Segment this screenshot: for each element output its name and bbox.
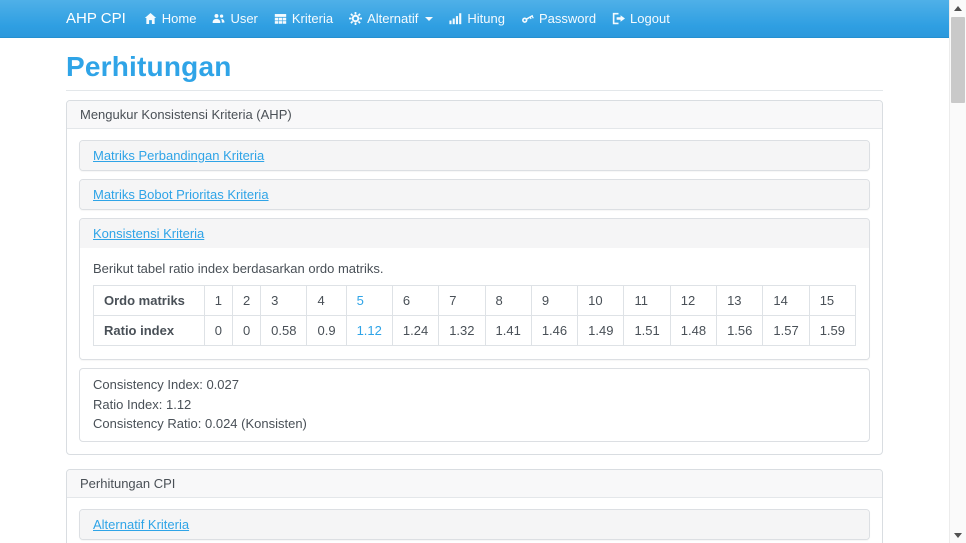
panel-matriks-perbandingan-header: Matriks Perbandingan Kriteria: [80, 141, 869, 170]
nav-logout-label: Logout: [630, 11, 670, 26]
panel-alternatif-kriteria: Alternatif Kriteria: [79, 509, 870, 540]
app-brand[interactable]: AHP CPI: [66, 10, 126, 27]
logout-icon: [612, 12, 625, 25]
navbar: AHP CPI Home User Kriteria: [0, 0, 949, 38]
consistency-results-box: Consistency Index: 0.027 Ratio Index: 1.…: [79, 368, 870, 442]
panel-konsistensi-body: Berikut tabel ratio index berdasarkan or…: [80, 248, 869, 359]
consistency-index-text: Consistency Index: 0.027: [93, 375, 856, 395]
triangle-up-icon: [954, 6, 962, 11]
panel-matriks-perbandingan: Matriks Perbandingan Kriteria: [79, 140, 870, 171]
cpi-card: Perhitungan CPI Alternatif Kriteria Norm…: [66, 469, 883, 543]
ratio-index-table: Ordo matriks 1 2 3 4 5 6 7 8 9 10: [93, 285, 856, 346]
navbar-inner: AHP CPI Home User Kriteria: [66, 10, 883, 27]
ahp-card: Mengukur Konsistensi Kriteria (AHP) Matr…: [66, 100, 883, 455]
consistency-ratio-text: Consistency Ratio: 0.024 (Konsisten): [93, 414, 856, 434]
ratio-index-text: Ratio Index: 1.12: [93, 395, 856, 415]
home-icon: [144, 12, 157, 25]
nav-kriteria[interactable]: Kriteria: [274, 11, 333, 26]
scrollbar[interactable]: [949, 0, 966, 543]
page-title: Perhitungan: [66, 51, 883, 83]
key-icon: [521, 12, 534, 25]
signal-icon: [449, 12, 462, 25]
ahp-card-header: Mengukur Konsistensi Kriteria (AHP): [67, 101, 882, 129]
panel-alternatif-kriteria-header: Alternatif Kriteria: [80, 510, 869, 539]
nav-hitung[interactable]: Hitung: [449, 11, 505, 26]
matriks-perbandingan-link[interactable]: Matriks Perbandingan Kriteria: [93, 148, 264, 163]
caret-down-icon: [425, 17, 433, 21]
ratio-index-row: Ratio index 0 0 0.58 0.9 1.12 1.24 1.32 …: [94, 316, 856, 346]
ordo-matriks-row: Ordo matriks 1 2 3 4 5 6 7 8 9 10: [94, 286, 856, 316]
triangle-down-icon: [954, 533, 962, 538]
nav-password[interactable]: Password: [521, 11, 596, 26]
scrollbar-down-arrow[interactable]: [950, 527, 966, 543]
matriks-bobot-link[interactable]: Matriks Bobot Prioritas Kriteria: [93, 187, 269, 202]
nav-home-label: Home: [162, 11, 197, 26]
nav-alternatif-dropdown[interactable]: Alternatif: [349, 11, 433, 26]
title-divider: [66, 90, 883, 91]
cpi-card-header: Perhitungan CPI: [67, 470, 882, 498]
highlighted-ordo-cell: 5: [346, 286, 392, 316]
highlighted-ratio-cell: 1.12: [346, 316, 392, 346]
ratio-index-intro: Berikut tabel ratio index berdasarkan or…: [93, 261, 856, 276]
panel-matriks-bobot: Matriks Bobot Prioritas Kriteria: [79, 179, 870, 210]
nav-kriteria-label: Kriteria: [292, 11, 333, 26]
scrollbar-up-arrow[interactable]: [950, 0, 966, 16]
browser-viewport: AHP CPI Home User Kriteria: [0, 0, 949, 543]
nav-user[interactable]: User: [212, 11, 257, 26]
panel-matriks-bobot-header: Matriks Bobot Prioritas Kriteria: [80, 180, 869, 209]
table-icon: [274, 12, 287, 25]
konsistensi-link[interactable]: Konsistensi Kriteria: [93, 226, 204, 241]
nav-user-label: User: [230, 11, 257, 26]
cpi-card-body: Alternatif Kriteria Normalisasi Matriks: [67, 498, 882, 543]
nav-home[interactable]: Home: [144, 11, 197, 26]
ordo-matriks-header: Ordo matriks: [94, 286, 205, 316]
nav-password-label: Password: [539, 11, 596, 26]
users-icon: [212, 12, 225, 25]
panel-konsistensi: Konsistensi Kriteria Berikut tabel ratio…: [79, 218, 870, 360]
ahp-card-body: Matriks Perbandingan Kriteria Matriks Bo…: [67, 129, 882, 454]
scrollbar-thumb[interactable]: [951, 17, 965, 103]
panel-konsistensi-header: Konsistensi Kriteria: [80, 219, 869, 248]
nav-logout[interactable]: Logout: [612, 11, 670, 26]
nav-hitung-label: Hitung: [467, 11, 505, 26]
nav-alternatif-label: Alternatif: [367, 11, 418, 26]
main-container: Perhitungan Mengukur Konsistensi Kriteri…: [66, 51, 883, 543]
gear-icon: [349, 12, 362, 25]
alternatif-kriteria-link[interactable]: Alternatif Kriteria: [93, 517, 189, 532]
ratio-index-header: Ratio index: [94, 316, 205, 346]
